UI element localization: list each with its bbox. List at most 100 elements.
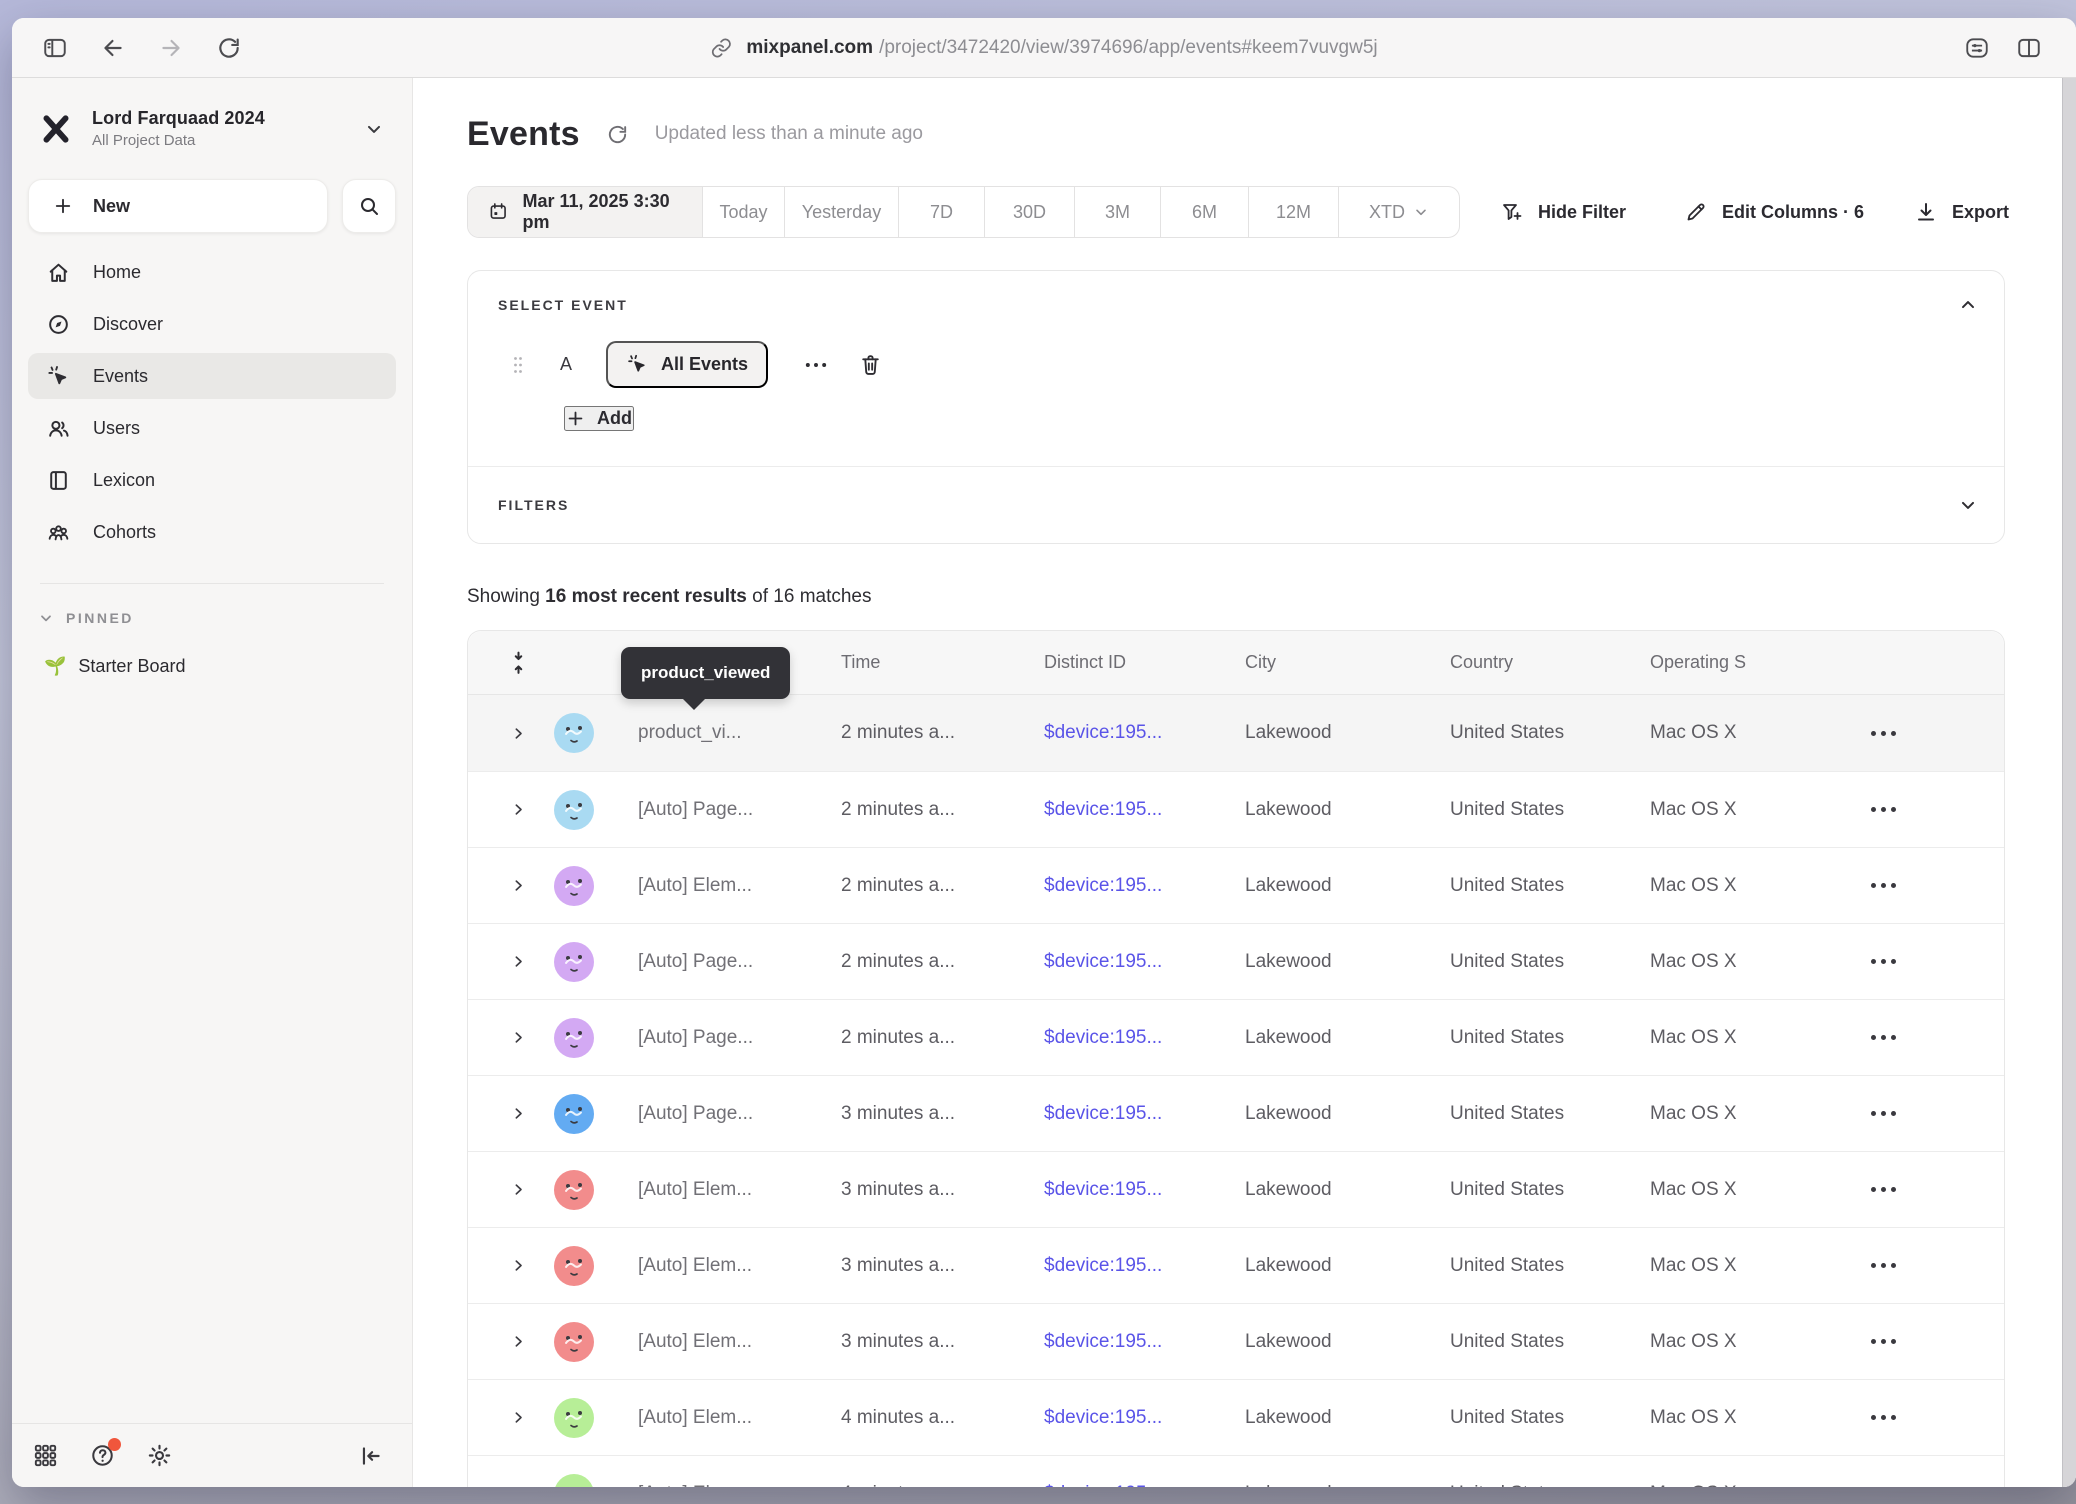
range-12m[interactable]: 12M xyxy=(1249,187,1339,237)
collapse-rows-icon[interactable] xyxy=(510,650,527,676)
sidebar-toggle-icon[interactable] xyxy=(42,35,68,61)
range-6m[interactable]: 6M xyxy=(1161,187,1249,237)
event-country: United States xyxy=(1450,1255,1650,1277)
row-expand-chevron[interactable] xyxy=(511,1182,526,1197)
row-menu-button[interactable] xyxy=(1871,1415,1896,1420)
row-expand-chevron[interactable] xyxy=(511,1106,526,1121)
range-3m[interactable]: 3M xyxy=(1075,187,1161,237)
hide-filter-button[interactable]: Hide Filter xyxy=(1500,200,1626,224)
edit-columns-button[interactable]: Edit Columns · 6 xyxy=(1684,200,1864,224)
project-name: Lord Farquaad 2024 xyxy=(92,108,265,129)
table-row[interactable]: [Auto] Page... 2 minutes a... $device:19… xyxy=(468,771,2004,847)
refresh-button[interactable] xyxy=(216,35,242,61)
range-7d[interactable]: 7D xyxy=(899,187,985,237)
range-30d[interactable]: 30D xyxy=(985,187,1075,237)
row-expand-chevron[interactable] xyxy=(511,954,526,969)
drag-handle-icon[interactable] xyxy=(512,355,524,375)
row-expand-chevron[interactable] xyxy=(511,1410,526,1425)
range-yesterday[interactable]: Yesterday xyxy=(785,187,899,237)
column-header-country[interactable]: Country xyxy=(1450,652,1650,673)
distinct-id-link[interactable]: $device:195... xyxy=(1044,1407,1245,1429)
row-menu-button[interactable] xyxy=(1871,883,1896,888)
row-expand-chevron[interactable] xyxy=(511,1030,526,1045)
table-row[interactable]: [Auto] Elem... 3 minutes a... $device:19… xyxy=(468,1151,2004,1227)
gear-icon[interactable] xyxy=(146,1442,173,1469)
query-builder-card: SELECT EVENT A xyxy=(467,270,2005,544)
sidebar-item-discover[interactable]: Discover xyxy=(28,301,396,347)
distinct-id-link[interactable]: $device:195... xyxy=(1044,1331,1245,1353)
distinct-id-link[interactable]: $device:195... xyxy=(1044,799,1245,821)
new-button-label: New xyxy=(93,196,130,217)
column-header-time[interactable]: Time xyxy=(841,652,1044,673)
distinct-id-link[interactable]: $device:195... xyxy=(1044,1179,1245,1201)
pinned-section-header[interactable]: PINNED xyxy=(38,610,396,626)
sidebar-item-home[interactable]: Home xyxy=(28,249,396,295)
range-today[interactable]: Today xyxy=(703,187,785,237)
sidebar-item-cohorts[interactable]: Cohorts xyxy=(28,509,396,555)
distinct-id-link[interactable]: $device:195... xyxy=(1044,1027,1245,1049)
sidebar-item-lexicon[interactable]: Lexicon xyxy=(28,457,396,503)
date-picker-button[interactable]: Mar 11, 2025 3:30 pm xyxy=(468,187,703,237)
refresh-icon[interactable] xyxy=(606,123,629,146)
filters-section[interactable]: FILTERS xyxy=(468,466,2004,543)
chevron-up-icon[interactable] xyxy=(1958,295,1978,315)
collapse-sidebar-icon[interactable] xyxy=(358,1443,384,1469)
forward-button[interactable] xyxy=(158,35,184,61)
add-event-button[interactable]: Add xyxy=(564,406,634,431)
address-bar[interactable]: mixpanel.com/project/3472420/view/397469… xyxy=(710,18,1377,78)
page-settings-icon[interactable] xyxy=(1964,35,1990,61)
row-expand-chevron[interactable] xyxy=(511,726,526,741)
column-header-city[interactable]: City xyxy=(1245,652,1450,673)
table-row[interactable]: [Auto] Elem... 3 minutes a... $device:19… xyxy=(468,1227,2004,1303)
row-menu-button[interactable] xyxy=(1871,1111,1896,1116)
new-button[interactable]: New xyxy=(28,179,328,233)
trash-icon[interactable] xyxy=(858,352,883,377)
table-row[interactable]: [Auto] Page... 2 minutes a... $device:19… xyxy=(468,999,2004,1075)
table-body: product_vi... 2 minutes a... $device:195… xyxy=(468,695,2004,1487)
row-menu-button[interactable] xyxy=(1871,1263,1896,1268)
distinct-id-link[interactable]: $device:195... xyxy=(1044,722,1245,744)
row-expand-chevron[interactable] xyxy=(511,878,526,893)
row-expand-chevron[interactable] xyxy=(511,802,526,817)
apps-grid-icon[interactable] xyxy=(32,1442,59,1469)
search-button[interactable] xyxy=(342,179,396,233)
column-header-distinct-id[interactable]: Distinct ID xyxy=(1044,652,1245,673)
row-expand-chevron[interactable] xyxy=(511,1258,526,1273)
row-expand-chevron[interactable] xyxy=(511,1334,526,1349)
sidebar-item-starter-board[interactable]: 🌱 Starter Board xyxy=(44,656,396,677)
back-button[interactable] xyxy=(100,35,126,61)
row-menu-button[interactable] xyxy=(1871,731,1896,736)
cursor-click-icon xyxy=(46,364,71,389)
clause-more-icon[interactable] xyxy=(802,351,830,379)
row-menu-button[interactable] xyxy=(1871,959,1896,964)
row-menu-button[interactable] xyxy=(1871,1187,1896,1192)
table-row[interactable]: [Auto] Elem... 3 minutes a... $device:19… xyxy=(468,1303,2004,1379)
seedling-icon: 🌱 xyxy=(44,656,66,677)
event-time: 2 minutes a... xyxy=(841,799,1044,821)
export-button[interactable]: Export xyxy=(1914,200,2009,224)
sidebar-item-events[interactable]: Events xyxy=(28,353,396,399)
row-expand-chevron[interactable] xyxy=(511,1486,526,1487)
event-selector-pill[interactable]: All Events xyxy=(606,341,768,388)
column-header-os[interactable]: Operating S xyxy=(1650,652,1853,673)
distinct-id-link[interactable]: $device:195... xyxy=(1044,1483,1245,1488)
table-row[interactable]: [Auto] Page... 2 minutes a... $device:19… xyxy=(468,923,2004,999)
range-xtd[interactable]: XTD xyxy=(1339,187,1459,237)
table-row[interactable]: [Auto] Elem... 4 minutes a... $device:19… xyxy=(468,1379,2004,1455)
sidebar-item-users[interactable]: Users xyxy=(28,405,396,451)
distinct-id-link[interactable]: $device:195... xyxy=(1044,951,1245,973)
table-row[interactable]: [Auto] Elem... 2 minutes a... $device:19… xyxy=(468,847,2004,923)
table-row[interactable]: [Auto] Elem... 4 minutes a... $device:19… xyxy=(468,1455,2004,1487)
row-menu-button[interactable] xyxy=(1871,807,1896,812)
row-menu-button[interactable] xyxy=(1871,1035,1896,1040)
event-avatar xyxy=(554,1170,594,1210)
split-view-icon[interactable] xyxy=(2016,35,2042,61)
row-menu-button[interactable] xyxy=(1871,1339,1896,1344)
help-icon[interactable] xyxy=(89,1442,116,1469)
distinct-id-link[interactable]: $device:195... xyxy=(1044,1255,1245,1277)
project-switcher[interactable]: Lord Farquaad 2024 All Project Data xyxy=(28,108,396,149)
table-row[interactable]: [Auto] Page... 3 minutes a... $device:19… xyxy=(468,1075,2004,1151)
distinct-id-link[interactable]: $device:195... xyxy=(1044,1103,1245,1125)
scrollbar-track[interactable] xyxy=(2062,78,2076,1487)
distinct-id-link[interactable]: $device:195... xyxy=(1044,875,1245,897)
